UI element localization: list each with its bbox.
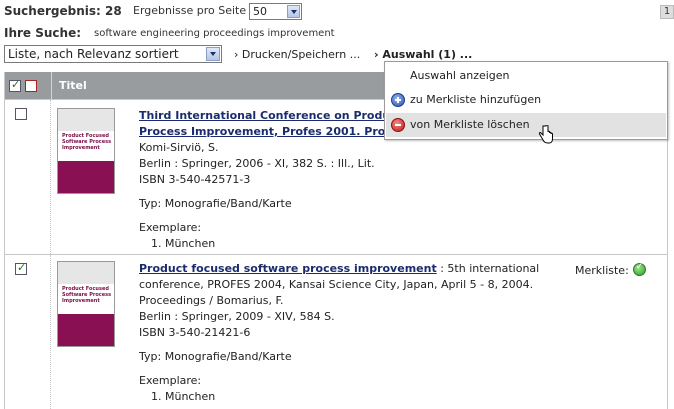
menu-item-label: zu Merkliste hinzufügen [410,93,542,106]
result-isbn: ISBN 3-540-21421-6 [139,326,251,339]
result-title-rest: : 5th international [436,262,540,275]
result-author: Proceedings / Bomarius, F. [139,294,284,307]
selection-link[interactable]: › Auswahl (1) ... [374,48,472,61]
result-publisher: Berlin : Springer, 2006 - XI, 382 S. : I… [139,157,375,170]
selection-dropdown-menu: Auswahl anzeigen zu Merkliste hinzufügen… [384,61,668,140]
check-circle-icon [632,262,646,276]
header-divider [51,72,52,99]
sort-value: Liste, nach Relevanz sortiert [8,47,179,61]
per-page-select[interactable]: 50 [249,3,302,20]
row-checkbox[interactable] [15,261,27,275]
result-author: Komi-Sirviö, S. [139,141,219,154]
menu-item-show-selection[interactable]: Auswahl anzeigen [386,64,666,88]
hits-label: Suchergebnis: [4,4,101,18]
hits-summary: Suchergebnis: 28 [4,4,122,18]
row-select-cell [5,255,51,409]
copies-label: Exemplare: [139,374,202,387]
per-page-value: 50 [253,5,267,18]
results-header: Suchergebnis: 28 Ergebnisse pro Seite 50… [4,3,674,20]
result-title-link-cont[interactable]: Process Improvement, Profes 2001. Pro [139,125,385,138]
result-title-link[interactable]: Product focused software process improve… [139,262,437,275]
page-number-button[interactable]: 1 [660,5,674,19]
table-row: Product Focused Software Process Improve… [5,254,667,409]
result-type: Typ: Monografie/Band/Karte [139,350,292,363]
row-checkbox[interactable] [15,108,27,120]
deselect-all-icon[interactable] [25,80,37,92]
plus-circle-icon [391,93,405,107]
copies-label: Exemplare: [139,221,202,234]
menu-item-label: von Merkliste löschen [410,118,530,131]
row-select-cell [5,100,51,254]
book-cover-image[interactable]: Product Focused Software Process Improve… [57,261,115,347]
print-save-link[interactable]: › Drucken/Speichern ... [234,48,360,61]
minus-circle-icon [391,118,405,132]
copy-location[interactable]: 1. München [139,389,639,405]
menu-item-add-to-list[interactable]: zu Merkliste hinzufügen [386,88,666,112]
menu-item-label: Auswahl anzeigen [410,69,510,82]
result-title-link[interactable]: Third International Conference on Produ [139,109,390,122]
menu-item-remove-from-list[interactable]: von Merkliste löschen [386,113,666,137]
merkliste-label: Merkliste: [575,264,629,277]
hits-count: 28 [105,4,122,18]
sort-select[interactable]: Liste, nach Relevanz sortiert [4,45,222,63]
title-column-header[interactable]: Titel [59,79,87,92]
per-page-label: Ergebnisse pro Seite [133,4,247,17]
result-isbn: ISBN 3-540-42571-3 [139,173,251,186]
merkliste-status: Merkliste: [575,262,646,277]
cover-text: Product Focused Software Process Improve… [62,133,112,151]
copy-location[interactable]: 1. München [139,236,639,252]
result-type: Typ: Monografie/Band/Karte [139,197,292,210]
search-label: Ihre Suche: [4,26,82,40]
result-entry: Product focused software process improve… [139,261,639,405]
select-all-checkbox[interactable] [9,78,21,92]
chevron-down-icon[interactable] [206,47,220,61]
search-query: software engineering proceedings improve… [94,28,335,39]
select-all-controls [9,78,41,94]
chevron-down-icon[interactable] [287,5,300,18]
result-publisher: Berlin : Springer, 2009 - XIV, 584 S. [139,310,335,323]
cover-text: Product Focused Software Process Improve… [62,286,112,304]
book-cover-image[interactable]: Product Focused Software Process Improve… [57,108,115,194]
result-description: conference, PROFES 2004, Kansai Science … [139,278,534,291]
hand-cursor-icon [538,125,553,144]
